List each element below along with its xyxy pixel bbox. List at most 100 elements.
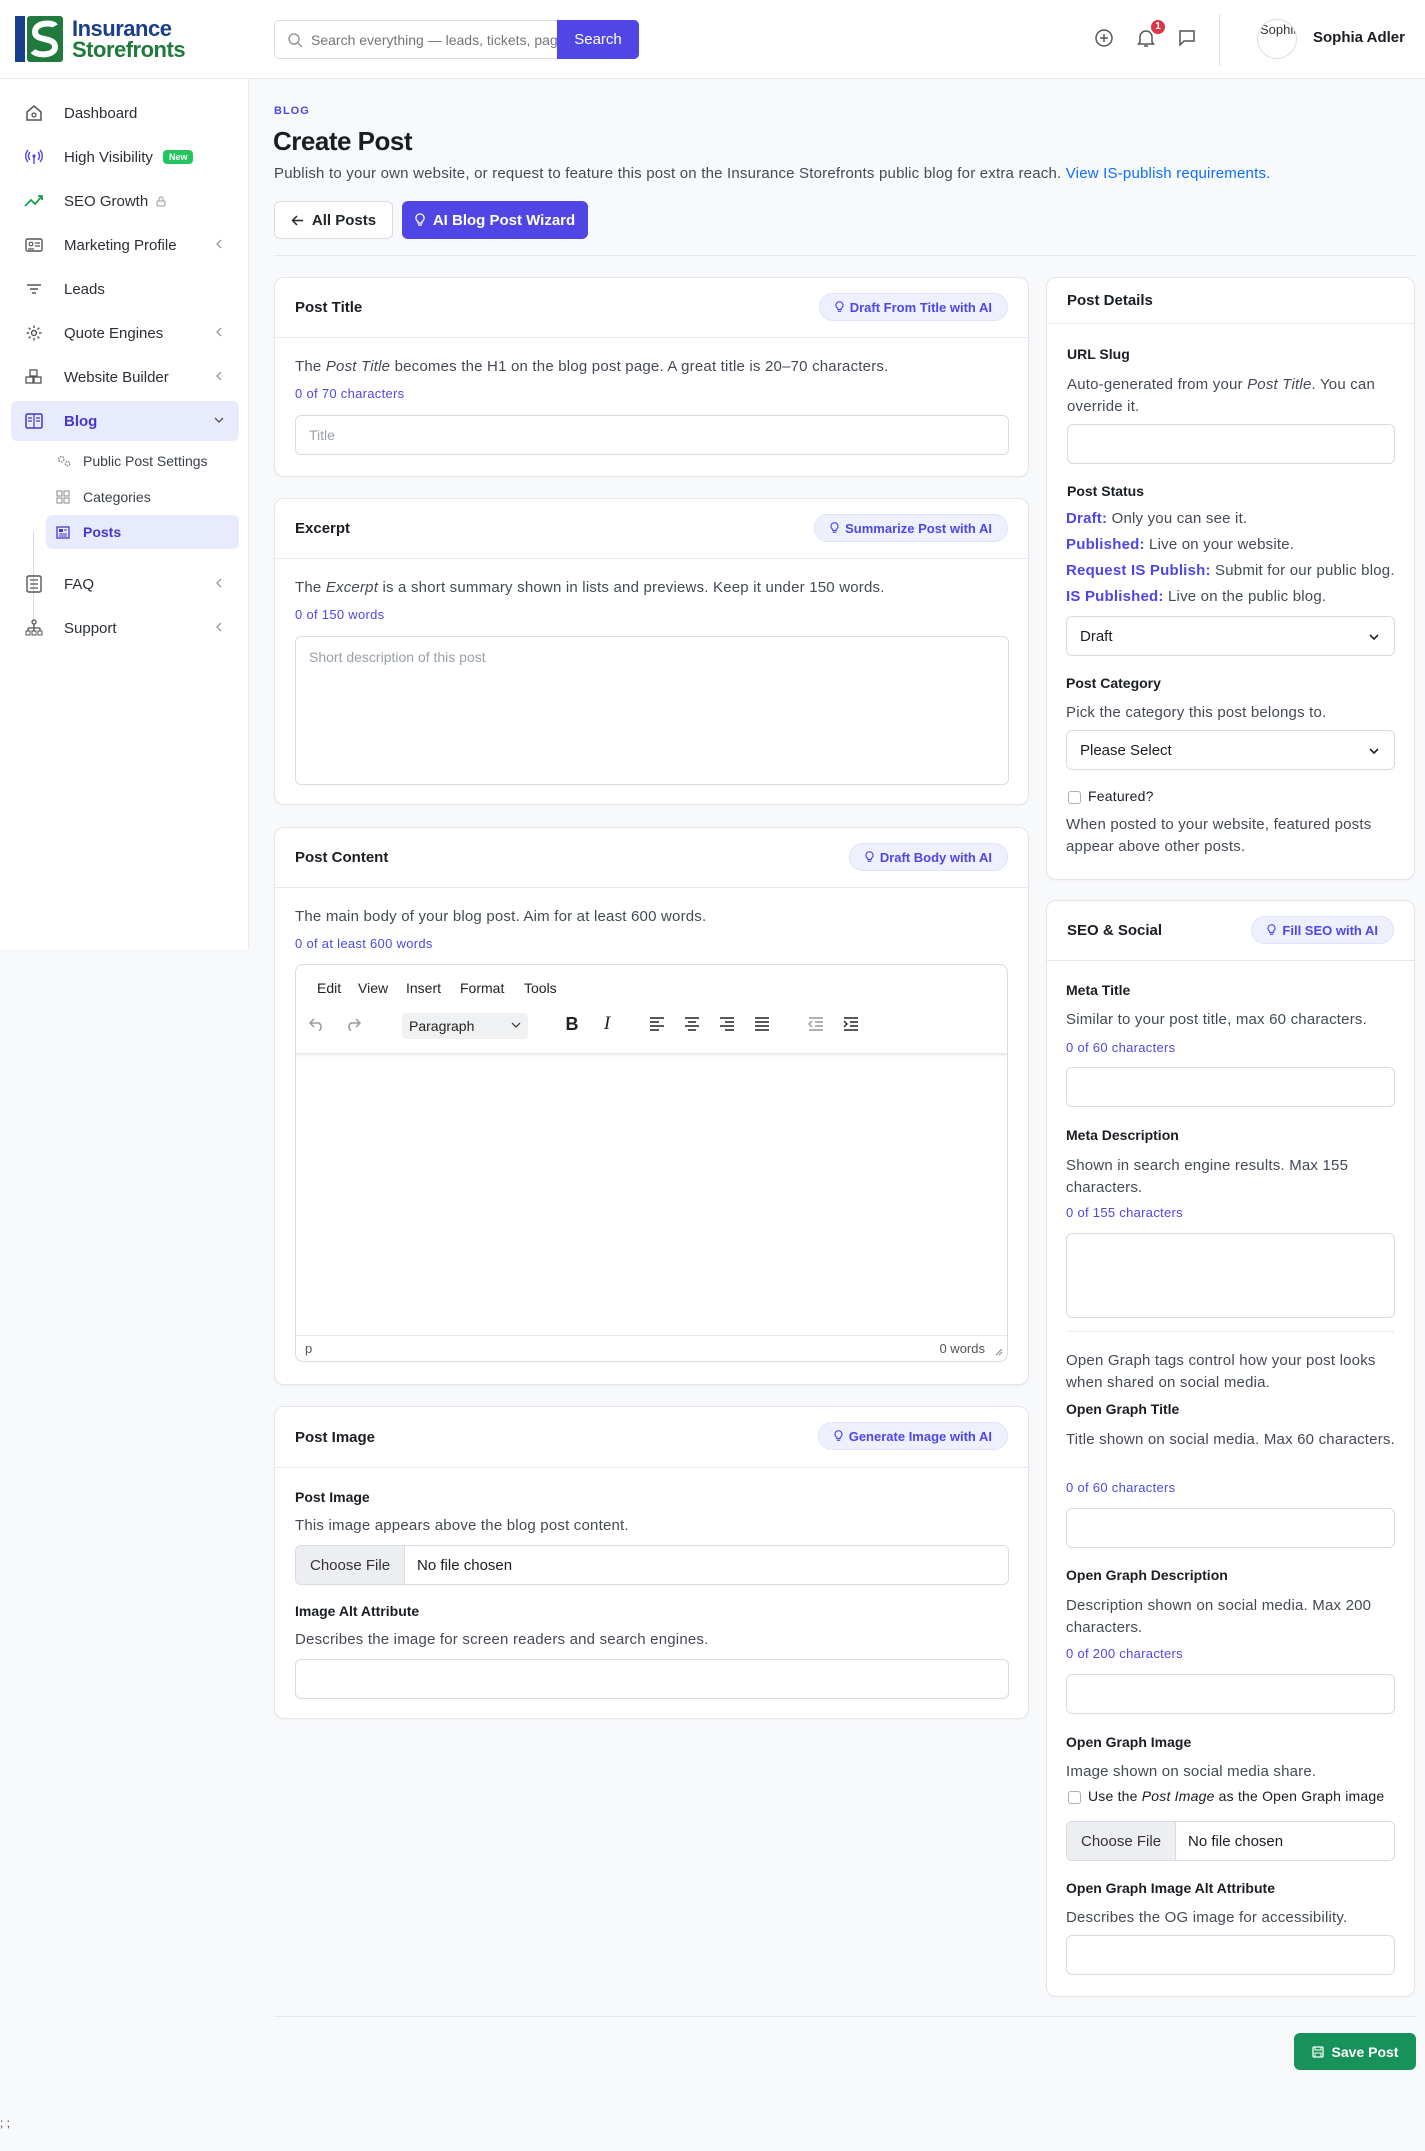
help-text: Image shown on social media share.: [1066, 1763, 1317, 1780]
featured-label: Featured?: [1088, 788, 1154, 804]
post-category-select[interactable]: Please Select: [1066, 730, 1395, 770]
card-header: Post Details: [1047, 278, 1414, 324]
og-title-input[interactable]: [1066, 1508, 1395, 1548]
logo-mark-icon: [15, 16, 63, 62]
sidebar-item-marketing-profile[interactable]: Marketing Profile: [11, 225, 239, 265]
choose-file-button[interactable]: Choose File: [1067, 1822, 1177, 1860]
page-description-text: Publish to your own website, or request …: [274, 165, 1062, 182]
use-post-image-checkbox[interactable]: [1068, 1791, 1081, 1804]
align-left-icon[interactable]: [646, 1013, 668, 1035]
undo-icon[interactable]: [306, 1013, 328, 1035]
field-label: Post Image: [295, 1489, 370, 1505]
menu-view[interactable]: View: [358, 980, 388, 996]
save-post-button[interactable]: Save Post: [1294, 2033, 1416, 2070]
status-legend-draft: Draft: Only you can see it.: [1066, 510, 1248, 527]
search-icon: [288, 32, 303, 48]
sidebar-item-support[interactable]: Support: [11, 608, 239, 648]
sidebar-item-high-visibility[interactable]: High Visibility New: [11, 137, 239, 177]
book-icon: [23, 410, 45, 432]
status-legend-request: Request IS Publish: Submit for our publi…: [1066, 562, 1395, 579]
editor-body[interactable]: [296, 1053, 1007, 1336]
card-header: Post Content Draft Body with AI: [275, 828, 1028, 888]
lightbulb-icon: [835, 301, 844, 312]
card-header: Post Title Draft From Title with AI: [275, 278, 1028, 338]
sidebar-subitem-public-post-settings[interactable]: Public Post Settings: [46, 444, 239, 478]
fill-seo-ai-button[interactable]: Fill SEO with AI: [1251, 916, 1394, 944]
menu-tools[interactable]: Tools: [524, 980, 557, 996]
indent-icon[interactable]: [840, 1013, 862, 1035]
italic-icon[interactable]: I: [596, 1013, 618, 1035]
rich-text-editor: Edit View Insert Format Tools Paragraph …: [295, 964, 1008, 1362]
og-description-input[interactable]: [1066, 1674, 1395, 1714]
is-publish-requirements-link[interactable]: View IS-publish requirements.: [1066, 165, 1271, 182]
page-title: Create Post: [273, 126, 413, 156]
gear-icon: [23, 322, 45, 344]
image-alt-input[interactable]: [295, 1659, 1009, 1699]
title-input[interactable]: Title: [295, 415, 1009, 455]
bold-icon[interactable]: B: [561, 1013, 583, 1035]
post-image-file-input[interactable]: Choose File No file chosen: [295, 1545, 1009, 1585]
chat-icon[interactable]: [1175, 26, 1199, 50]
outdent-icon[interactable]: [805, 1013, 827, 1035]
og-image-alt-input[interactable]: [1066, 1935, 1395, 1975]
url-slug-input[interactable]: [1067, 424, 1395, 464]
menu-format[interactable]: Format: [460, 980, 504, 996]
all-posts-label: All Posts: [311, 211, 377, 229]
generate-image-ai-button[interactable]: Generate Image with AI: [817, 1422, 1008, 1450]
align-center-icon[interactable]: [681, 1013, 703, 1035]
menu-edit[interactable]: Edit: [317, 980, 341, 996]
help-text: When posted to your website, featured po…: [1066, 816, 1372, 855]
featured-checkbox[interactable]: [1068, 791, 1081, 804]
chevron-left-icon: [216, 327, 222, 337]
meta-description-textarea[interactable]: [1066, 1233, 1395, 1318]
meta-title-input[interactable]: [1066, 1067, 1395, 1107]
excerpt-textarea[interactable]: Short description of this post: [295, 636, 1009, 785]
field-label: Open Graph Image Alt Attribute: [1066, 1880, 1275, 1896]
summarize-post-ai-button[interactable]: Summarize Post with AI: [814, 514, 1008, 542]
ai-blog-wizard-button[interactable]: AI Blog Post Wizard: [402, 201, 588, 239]
plus-circle-icon[interactable]: [1092, 26, 1116, 50]
field-label: Image Alt Attribute: [295, 1603, 420, 1619]
block-format-select[interactable]: Paragraph: [402, 1013, 528, 1039]
og-image-file-input[interactable]: Choose File No file chosen: [1066, 1821, 1395, 1861]
sidebar-item-dashboard[interactable]: Dashboard: [11, 93, 239, 133]
card-header: SEO & Social Fill SEO with AI: [1047, 901, 1414, 961]
sidebar-item-quote-engines[interactable]: Quote Engines: [11, 313, 239, 353]
ai-label: Draft From Title with AI: [849, 299, 992, 315]
excerpt-card: Excerpt Summarize Post with AI The Excer…: [274, 498, 1029, 805]
editor-statusbar: p 0 words: [296, 1335, 1007, 1361]
draft-from-title-ai-button[interactable]: Draft From Title with AI: [818, 293, 1008, 321]
sidebar-item-leads[interactable]: Leads: [11, 269, 239, 309]
sidebar-item-label: Marketing Profile: [64, 236, 177, 254]
sidebar-item-seo-growth[interactable]: SEO Growth: [11, 181, 239, 221]
sidebar-subitem-posts[interactable]: Posts: [46, 515, 239, 549]
search-input[interactable]: [303, 31, 557, 48]
lightbulb-icon: [1267, 924, 1276, 935]
align-right-icon[interactable]: [716, 1013, 738, 1035]
all-posts-button[interactable]: All Posts: [274, 201, 393, 239]
divider: [1067, 1331, 1394, 1332]
avatar[interactable]: Sophia: [1257, 19, 1297, 59]
choose-file-button[interactable]: Choose File: [296, 1546, 406, 1584]
user-name[interactable]: Sophia Adler: [1313, 29, 1405, 46]
resize-handle-icon[interactable]: [994, 1347, 1003, 1356]
field-label: Meta Description: [1066, 1127, 1179, 1143]
sidebar-item-blog[interactable]: Blog: [11, 401, 239, 441]
sidebar-item-faq[interactable]: FAQ: [11, 564, 239, 604]
ai-label: Fill SEO with AI: [1282, 922, 1378, 938]
search-button[interactable]: Search: [557, 20, 639, 59]
sidebar-subitem-categories[interactable]: Categories: [46, 480, 239, 514]
sidebar-item-label: Website Builder: [64, 368, 169, 386]
chevron-down-icon: [214, 417, 224, 423]
logo-line2: Storefronts: [72, 37, 186, 62]
help-text: Title shown on social media. Max 60 char…: [1066, 1431, 1395, 1448]
redo-icon[interactable]: [342, 1013, 364, 1035]
align-justify-icon[interactable]: [751, 1013, 773, 1035]
sidebar-item-website-builder[interactable]: Website Builder: [11, 357, 239, 397]
draft-body-ai-button[interactable]: Draft Body with AI: [848, 843, 1008, 871]
brand-logo[interactable]: Insurance Storefronts: [13, 14, 186, 64]
post-category-value: Please Select: [1080, 741, 1172, 759]
divider: [274, 2016, 1415, 2017]
post-status-select[interactable]: Draft: [1066, 616, 1395, 656]
menu-insert[interactable]: Insert: [406, 980, 441, 996]
